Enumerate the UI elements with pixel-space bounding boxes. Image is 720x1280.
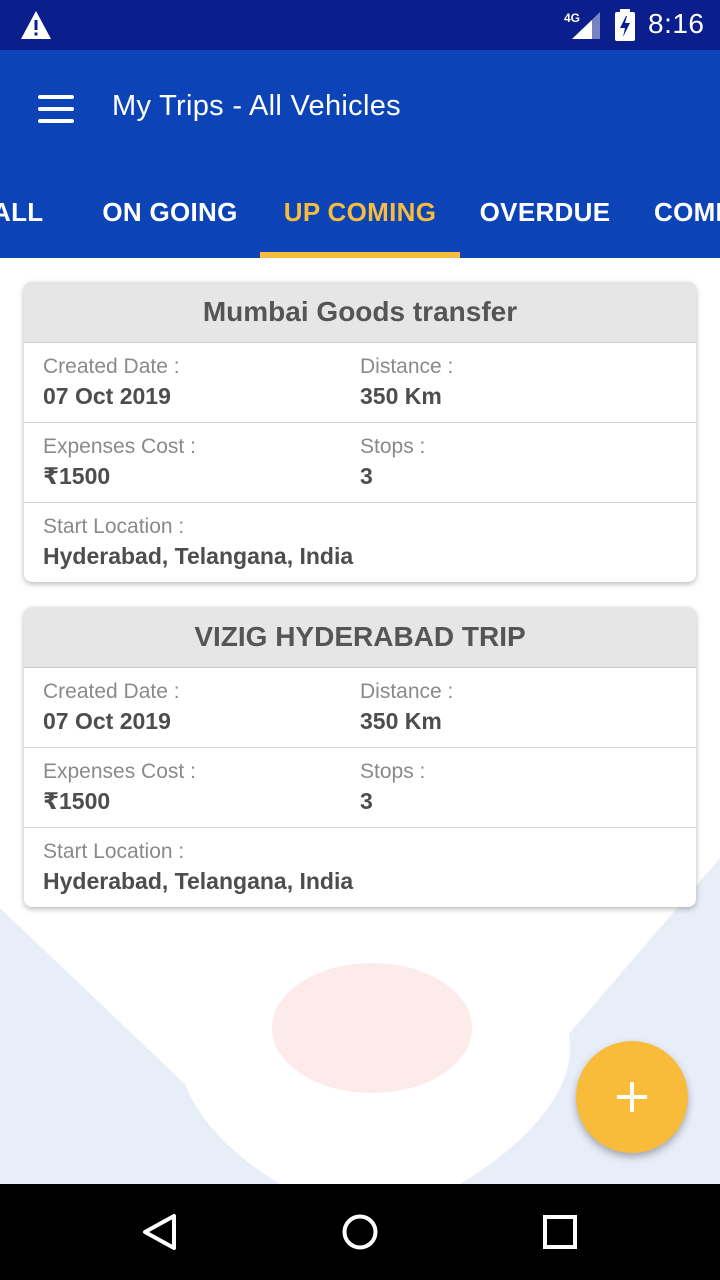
trip-row-costs: Expenses Cost : ₹1500 Stops : 3	[24, 423, 696, 503]
trip-title: Mumbai Goods transfer	[24, 282, 696, 343]
stops-value: 3	[360, 788, 373, 814]
trip-row-costs: Expenses Cost : ₹1500 Stops : 3	[24, 748, 696, 828]
status-bar: 4G 8:16	[0, 0, 720, 50]
created-date-value: 07 Oct 2019	[43, 708, 171, 734]
clock: 8:16	[648, 8, 705, 39]
signal-icon: 4G	[564, 11, 600, 39]
distance-value: 350 Km	[360, 383, 442, 409]
trip-tabs: ALL ON GOING UP COMING OVERDUE COMI	[0, 178, 720, 258]
stops-value: 3	[360, 463, 373, 489]
network-type-label: 4G	[564, 11, 580, 25]
created-date-value: 07 Oct 2019	[43, 383, 171, 409]
trip-row-location: Start Location : Hyderabad, Telangana, I…	[24, 828, 696, 907]
recents-square-icon[interactable]	[540, 1212, 580, 1252]
start-location-label: Start Location :	[43, 840, 185, 863]
trip-row-dates: Created Date : 07 Oct 2019 Distance : 35…	[24, 668, 696, 748]
start-location-value: Hyderabad, Telangana, India	[43, 543, 354, 569]
distance-label: Distance :	[360, 680, 454, 703]
tab-up-coming[interactable]: UP COMING	[260, 178, 460, 258]
expenses-value: ₹1500	[43, 788, 111, 814]
distance-value: 350 Km	[360, 708, 442, 734]
system-nav-bar	[0, 1184, 720, 1280]
expenses-label: Expenses Cost :	[43, 760, 196, 783]
tab-all[interactable]: ALL	[0, 178, 43, 258]
stops-label: Stops :	[360, 760, 426, 783]
trip-row-dates: Created Date : 07 Oct 2019 Distance : 35…	[24, 343, 696, 423]
add-trip-button[interactable]	[576, 1041, 688, 1153]
tab-on-going[interactable]: ON GOING	[90, 178, 250, 258]
expenses-value: ₹1500	[43, 463, 111, 489]
trip-card[interactable]: VIZIG HYDERABAD TRIP Created Date : 07 O…	[24, 607, 696, 907]
start-location-value: Hyderabad, Telangana, India	[43, 868, 354, 894]
tab-overdue[interactable]: OVERDUE	[470, 178, 620, 258]
warning-icon	[21, 11, 51, 39]
distance-label: Distance :	[360, 355, 454, 378]
hamburger-menu-icon[interactable]	[36, 93, 76, 125]
trip-row-location: Start Location : Hyderabad, Telangana, I…	[24, 503, 696, 582]
created-date-label: Created Date :	[43, 680, 180, 703]
trip-card[interactable]: Mumbai Goods transfer Created Date : 07 …	[24, 282, 696, 582]
page-title: My Trips - All Vehicles	[112, 90, 401, 122]
start-location-label: Start Location :	[43, 515, 185, 538]
tab-completed[interactable]: COMI	[654, 178, 720, 258]
battery-charging-icon	[615, 9, 635, 41]
home-circle-icon[interactable]	[340, 1212, 380, 1252]
expenses-label: Expenses Cost :	[43, 435, 196, 458]
back-triangle-icon[interactable]	[140, 1212, 180, 1252]
app-bar: My Trips - All Vehicles ALL ON GOING UP …	[0, 50, 720, 258]
stops-label: Stops :	[360, 435, 426, 458]
created-date-label: Created Date :	[43, 355, 180, 378]
trip-title: VIZIG HYDERABAD TRIP	[24, 607, 696, 668]
